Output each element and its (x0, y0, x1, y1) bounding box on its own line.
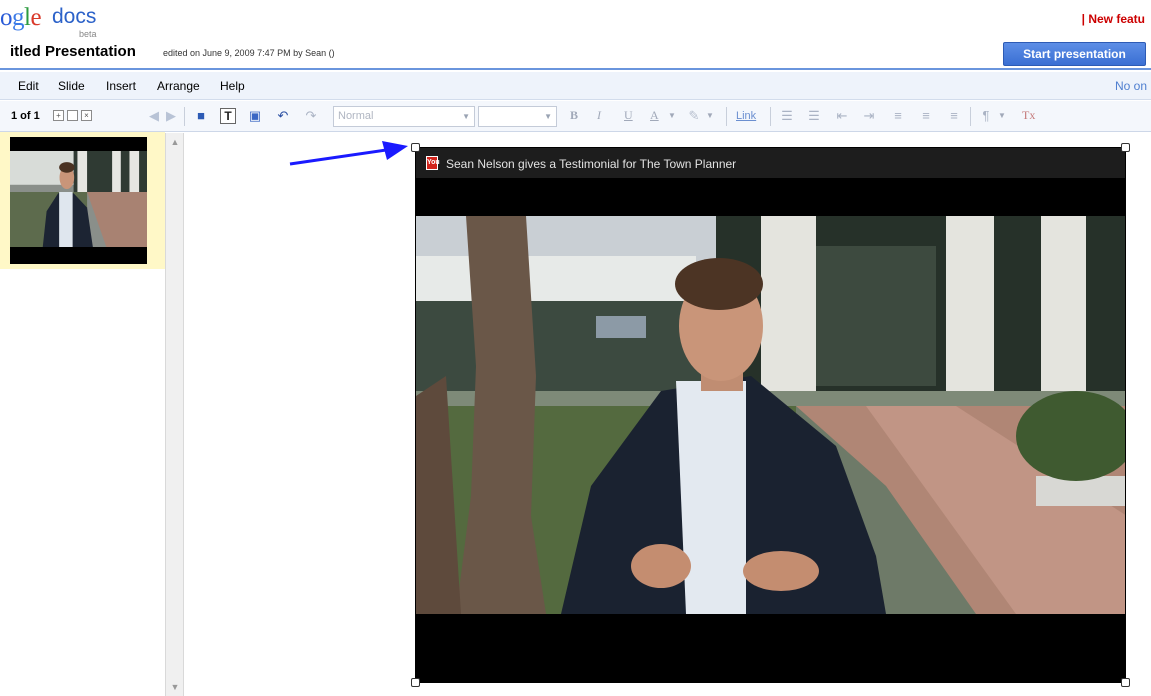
chevron-down-icon[interactable]: ▼ (702, 108, 718, 124)
toolbar: 1 of 1 + × ◀ ▶ ■ T ▣ ↶ ↷ Normal ▼ ▼ B I … (0, 101, 1151, 132)
slide-thumbnail-1[interactable] (10, 137, 147, 264)
annotation-arrow-icon (289, 141, 408, 166)
align-right-icon[interactable]: ≡ (946, 108, 962, 124)
align-center-icon[interactable]: ≡ (918, 108, 934, 124)
link-button[interactable]: Link (736, 110, 756, 122)
underline-button[interactable]: U (624, 108, 633, 123)
sidebar-scrollbar[interactable]: ▲ ▼ (165, 133, 184, 696)
menu-bar: Edit Slide Insert Arrange Help No on (0, 72, 1151, 100)
insert-text-icon[interactable]: T (220, 108, 236, 124)
bulleted-list-icon[interactable]: ☰ (806, 108, 822, 124)
save-icon[interactable]: ■ (193, 108, 209, 124)
chevron-down-icon: ▼ (544, 112, 552, 121)
chevron-down-icon[interactable]: ▼ (664, 108, 680, 124)
next-slide-icon[interactable]: ▶ (163, 108, 179, 124)
resize-handle-bottom-left[interactable] (411, 678, 420, 687)
decrease-indent-icon[interactable]: ⇤ (834, 108, 850, 124)
toolbar-separator (184, 107, 185, 126)
chevron-down-icon: ▼ (462, 112, 470, 121)
italic-button[interactable]: I (597, 108, 601, 123)
resize-handle-bottom-right[interactable] (1121, 678, 1130, 687)
toolbar-separator (770, 107, 771, 126)
paragraph-style-icon[interactable]: ¶ (978, 108, 994, 124)
insert-image-icon[interactable]: ▣ (247, 108, 263, 124)
scroll-up-icon[interactable]: ▲ (169, 136, 181, 148)
prev-slide-icon[interactable]: ◀ (146, 108, 162, 124)
numbered-list-icon[interactable]: ☰ (779, 108, 795, 124)
video-title-bar: You Sean Nelson gives a Testimonial for … (416, 148, 1125, 178)
slide-count: 1 of 1 (11, 110, 40, 122)
logo-docs-text: docs (52, 5, 97, 28)
toolbar-separator (726, 107, 727, 126)
menu-arrange[interactable]: Arrange (157, 79, 200, 93)
google-docs-presentation-editor: ogle docs beta | New featu itled Present… (0, 0, 1151, 696)
google-docs-logo[interactable]: ogle docs beta (0, 4, 130, 39)
menu-slide[interactable]: Slide (58, 79, 85, 93)
menu-insert[interactable]: Insert (106, 79, 136, 93)
text-color-button[interactable]: A (650, 108, 659, 123)
undo-icon[interactable]: ↶ (275, 108, 291, 124)
document-title[interactable]: itled Presentation (10, 43, 136, 60)
bold-button[interactable]: B (570, 108, 578, 123)
new-features-link[interactable]: | New featu (1082, 12, 1145, 26)
menu-edit[interactable]: Edit (18, 79, 39, 93)
edited-info: edited on June 9, 2009 7:47 PM by Sean (… (163, 48, 335, 58)
duplicate-slide-icon[interactable] (67, 110, 78, 121)
delete-slide-icon[interactable]: × (81, 110, 92, 121)
toolbar-separator (970, 107, 971, 126)
chevron-down-icon[interactable]: ▼ (994, 108, 1010, 124)
font-style-select[interactable]: Normal ▼ (333, 106, 475, 127)
menu-help[interactable]: Help (220, 79, 245, 93)
video-frame (416, 216, 1125, 614)
video-title[interactable]: Sean Nelson gives a Testimonial for The … (446, 157, 736, 171)
font-style-value: Normal (338, 110, 374, 122)
align-left-icon[interactable]: ≡ (890, 108, 906, 124)
youtube-icon: You (426, 156, 440, 170)
highlight-color-icon[interactable]: ✎ (686, 108, 702, 124)
menubar-right-link[interactable]: No on (1115, 79, 1147, 93)
redo-icon[interactable]: ↷ (303, 108, 319, 124)
header-divider (0, 68, 1151, 70)
embedded-video[interactable]: You Sean Nelson gives a Testimonial for … (415, 147, 1126, 683)
logo-beta-text: beta (79, 29, 97, 39)
font-size-select[interactable]: ▼ (478, 106, 557, 127)
thumbnail-video-frame (10, 151, 147, 247)
logo-google-text: ogle (0, 4, 42, 31)
start-presentation-button[interactable]: Start presentation (1003, 42, 1146, 66)
add-slide-icon[interactable]: + (53, 110, 64, 121)
scroll-down-icon[interactable]: ▼ (169, 681, 181, 693)
resize-handle-top-right[interactable] (1121, 143, 1130, 152)
clear-formatting-button[interactable]: Tx (1022, 108, 1035, 123)
increase-indent-icon[interactable]: ⇥ (861, 108, 877, 124)
